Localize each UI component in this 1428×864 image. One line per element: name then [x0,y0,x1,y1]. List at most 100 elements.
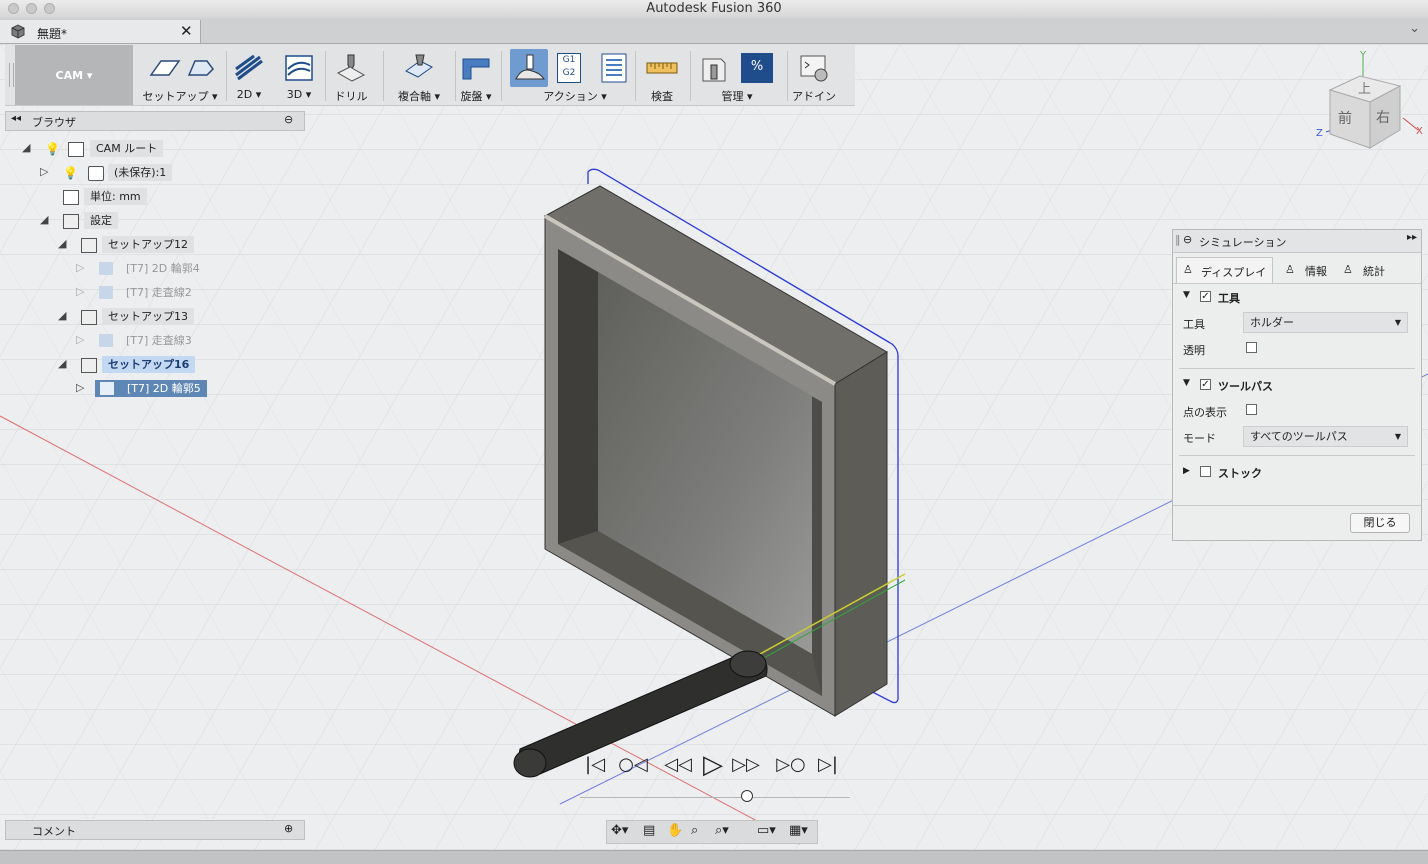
add-comment-icon[interactable]: ⊕ [284,822,293,835]
mode-value: すべてのツールパス [1250,430,1348,443]
post-process-icon[interactable]: G1 G2 [557,53,581,83]
look-at-icon[interactable]: ▤ [643,823,655,838]
stock-section-checkbox[interactable] [1200,466,1211,477]
turning-button[interactable]: 旋盤 ▾ [458,49,494,103]
pan-icon[interactable]: ✋ [667,823,683,838]
simulate-button[interactable] [510,49,548,87]
zoom-icon[interactable]: ⌕ [691,823,698,838]
addins-label: アドイン [792,90,836,103]
show-points-checkbox[interactable] [1246,404,1257,415]
axis-y-label: Y [1359,50,1367,61]
browser-header[interactable]: ◂◂ ブラウザ ⊖ [5,111,305,131]
previous-operation-icon[interactable]: ○◁ [616,752,650,778]
tree-node-setup13[interactable]: セットアップ13 [102,308,194,325]
3d-icon [285,55,313,81]
grid-settings-icon[interactable]: ▦▾ [789,823,808,838]
3d-label: 3D ▾ [286,88,312,101]
timeline-track[interactable] [580,797,850,798]
fit-icon[interactable]: ⌕▾ [715,823,729,838]
simulation-header[interactable]: ‖ ⊖ シミュレーション ▸▸ [1173,230,1421,253]
drill-label: ドリル [334,90,368,103]
tree-node-2d-contour4[interactable]: [T7] 2D 輪郭4 [120,260,206,277]
expand-toggle-icon[interactable]: ◢ [58,357,66,370]
next-operation-icon[interactable]: ▷○ [774,752,808,778]
toolpath-section-checkbox[interactable]: ✓ [1200,379,1211,390]
addins-icon [800,55,828,82]
collapse-section-icon[interactable]: ▼ [1183,290,1190,300]
tree-node-settings[interactable]: 設定 [84,212,118,229]
design-file-icon [11,24,25,39]
go-to-start-icon[interactable]: |◁ [582,752,608,778]
2d-icon [235,54,263,81]
manage-button[interactable]: % 管理 ▾ [695,49,779,103]
tab-info[interactable]: ♙ 情報 [1275,258,1335,282]
expand-toggle-icon[interactable]: ▷ [40,165,48,178]
chevron-down-icon: ▼ [1394,318,1401,327]
drill-button[interactable]: ドリル [329,49,373,103]
go-to-end-icon[interactable]: ▷| [815,752,841,778]
minimize-panel-icon[interactable]: ⊖ [284,113,293,126]
expand-toggle-icon[interactable]: ▷ [76,261,84,274]
actions-button[interactable]: G1 G2 アクション ▾ [505,49,645,103]
comment-panel-header[interactable]: コメント ⊕ [5,820,305,840]
tree-node-scan3[interactable]: [T7] 走査線3 [120,332,198,349]
2d-button[interactable]: 2D ▾ [231,49,267,103]
transparent-label: 透明 [1183,344,1205,357]
expand-toggle-icon[interactable]: ▷ [76,333,84,346]
tool-field-label: 工具 [1183,318,1205,331]
close-tab-icon[interactable]: ✕ [180,22,193,40]
visibility-bulb-icon[interactable]: 💡 [63,166,78,180]
step-forward-icon[interactable]: ▷▷ [730,752,762,778]
tool-display-dropdown[interactable]: ホルダー ▼ [1243,312,1408,333]
tab-display[interactable]: ♙ ディスプレイ [1176,257,1273,283]
tree-node-cam-root[interactable]: CAM ルート [90,140,164,157]
transparent-checkbox[interactable] [1246,342,1257,353]
tree-node-scan2[interactable]: [T7] 走査線2 [120,284,198,301]
expand-section-icon[interactable]: ▶ [1183,466,1190,476]
inspect-button[interactable]: 検査 [640,49,684,103]
workspace-switcher-button[interactable]: CAM ▾ [15,45,133,105]
multi-axis-button[interactable]: 複合軸 ▾ [387,49,451,103]
expand-panel-icon[interactable]: ▸▸ [1407,232,1417,243]
tab-statistics[interactable]: ♙ 統計 [1337,258,1397,282]
step-back-icon[interactable]: ◁◁ [662,752,694,778]
manage-label: 管理 ▾ [721,90,753,103]
expand-toggle-icon[interactable]: ◢ [58,309,66,322]
expand-toggle-icon[interactable]: ▷ [76,381,84,394]
orbit-icon[interactable]: ✥▾ [611,823,628,838]
setup-sheet-icon[interactable] [601,53,627,83]
setup-button[interactable]: セットアップ ▾ [136,49,224,103]
tree-node-unsaved[interactable]: (未保存):1 [108,164,173,181]
view-cube[interactable]: 上 前 右 Y Z X [1308,48,1428,158]
tab-list-chevron-icon[interactable]: ⌄ [1409,21,1420,36]
tool-section-checkbox[interactable]: ✓ [1200,291,1211,302]
display-settings-icon[interactable]: ▭▾ [757,823,776,838]
tree-node-units[interactable]: 単位: mm [84,188,147,205]
expand-toggle-icon[interactable]: ▷ [76,285,84,298]
expand-toggle-icon[interactable]: ◢ [22,141,30,154]
minimize-panel-icon[interactable]: ⊖ [1183,233,1192,246]
cam-root-icon [68,142,84,157]
expand-toggle-icon[interactable]: ◢ [40,213,48,226]
3d-button[interactable]: 3D ▾ [281,49,317,103]
view-cube-front-label: 前 [1338,110,1352,127]
view-cube-top-label: 上 [1358,82,1371,97]
addins-button[interactable]: アドイン [789,49,839,103]
mode-dropdown[interactable]: すべてのツールパス ▼ [1243,426,1408,447]
templates-icon: % [741,53,773,83]
navigation-bar: ✥▾ ▤ ✋ ⌕ ⌕▾ ▭▾ ▦▾ [606,820,818,844]
collapse-left-icon[interactable]: ◂◂ [11,113,21,124]
play-icon[interactable]: ▷ [699,752,727,778]
tree-node-setup12[interactable]: セットアップ12 [102,236,194,253]
collapse-section-icon[interactable]: ▼ [1183,378,1190,388]
axis-z-label: Z [1316,128,1323,139]
close-button[interactable]: 閉じる [1350,513,1410,533]
expand-toggle-icon[interactable]: ◢ [58,237,66,250]
panel-grip-icon[interactable]: ‖ [1175,233,1181,246]
comment-title: コメント [32,825,76,838]
visibility-bulb-icon[interactable]: 💡 [45,142,60,156]
document-tab[interactable]: 無題* ✕ [0,20,201,43]
toolbar-grip-icon[interactable] [9,63,14,87]
multi-axis-label: 複合軸 ▾ [397,90,441,103]
tree-node-setup16[interactable]: セットアップ16 [102,356,196,373]
